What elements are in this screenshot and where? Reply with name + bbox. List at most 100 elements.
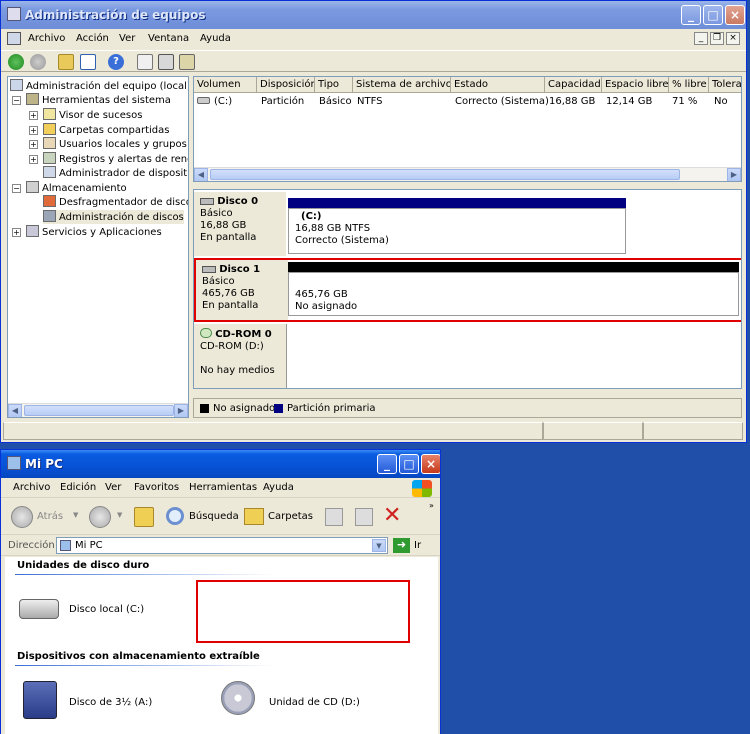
collapse-storage[interactable]: − bbox=[12, 184, 21, 193]
copy-to-icon[interactable] bbox=[355, 508, 373, 526]
scroll-left-icon[interactable]: ◀ bbox=[8, 404, 22, 417]
column-sistema-archivos[interactable]: Sistema de archivos bbox=[353, 77, 451, 93]
search-label[interactable]: Búsqueda bbox=[189, 511, 239, 522]
unallocated-space[interactable]: 465,76 GB No asignado bbox=[288, 272, 739, 316]
mdi-restore-button[interactable]: ❐ bbox=[710, 32, 724, 45]
export-list-icon[interactable] bbox=[179, 54, 195, 70]
column-tolerancia[interactable]: Tolerar bbox=[709, 77, 741, 93]
refresh-icon[interactable] bbox=[137, 54, 153, 70]
table-row[interactable]: (C:) Partición Básico NTFS Correcto (Sis… bbox=[194, 94, 741, 109]
window-title: Administración de equipos bbox=[25, 8, 206, 22]
go-icon[interactable]: ➜ bbox=[393, 538, 410, 553]
search-icon[interactable] bbox=[166, 507, 184, 525]
menu-edicion[interactable]: Edición bbox=[60, 482, 96, 493]
go-label[interactable]: Ir bbox=[414, 540, 421, 551]
minimize-button[interactable]: _ bbox=[377, 454, 397, 474]
menu-archivo[interactable]: Archivo bbox=[13, 482, 50, 493]
disk-1-row[interactable]: Disco 1 Básico 465,76 GB En pantalla 465… bbox=[194, 258, 741, 322]
column-estado[interactable]: Estado bbox=[451, 77, 545, 93]
column-capacidad[interactable]: Capacidad bbox=[545, 77, 602, 93]
mdi-minimize-button[interactable]: _ bbox=[694, 32, 708, 45]
back-arrow-icon[interactable] bbox=[8, 54, 24, 70]
expand-local-users[interactable]: + bbox=[29, 140, 38, 149]
minimize-button[interactable]: _ bbox=[681, 5, 701, 25]
standard-toolbar: Atrás ▼ ▼ Búsqueda Carpetas ✕ » bbox=[1, 499, 440, 535]
toolbar-overflow-icon[interactable]: » bbox=[429, 501, 434, 510]
column-porcentaje-libre[interactable]: % libre bbox=[669, 77, 709, 93]
expand-event-viewer[interactable]: + bbox=[29, 111, 38, 120]
tree-item-shared-folders[interactable]: Carpetas compartidas bbox=[43, 123, 170, 137]
unallocated-bar bbox=[288, 262, 739, 272]
maximize-button[interactable]: □ bbox=[703, 5, 723, 25]
app-menu-icon[interactable] bbox=[7, 32, 21, 45]
close-button[interactable]: × bbox=[725, 5, 745, 25]
column-tipo[interactable]: Tipo bbox=[315, 77, 353, 93]
scroll-thumb[interactable] bbox=[24, 405, 174, 416]
menu-ayuda[interactable]: Ayuda bbox=[263, 482, 294, 493]
tree-item-computer-management[interactable]: Administración del equipo (local) bbox=[10, 79, 188, 93]
tree-item-event-viewer[interactable]: Visor de sucesos bbox=[43, 108, 142, 122]
tree-item-device-manager[interactable]: Administrador de dispositivos bbox=[43, 166, 188, 180]
address-field[interactable]: Mi PC ▼ bbox=[56, 537, 388, 554]
tree-horizontal-scrollbar[interactable]: ◀ ▶ bbox=[8, 403, 188, 417]
tree-item-system-tools[interactable]: Herramientas del sistema bbox=[26, 93, 171, 107]
forward-arrow-icon[interactable] bbox=[89, 506, 111, 528]
computer-management-titlebar[interactable]: Administración de equipos _ □ × bbox=[1, 1, 746, 29]
show-hide-tree-icon[interactable] bbox=[80, 54, 96, 70]
column-espacio-libre[interactable]: Espacio libre bbox=[602, 77, 669, 93]
tree-item-defragmenter[interactable]: Desfragmentador de disco bbox=[43, 195, 188, 209]
move-to-icon[interactable] bbox=[325, 508, 343, 526]
column-volumen[interactable]: Volumen bbox=[194, 77, 257, 93]
tree-item-services-applications[interactable]: Servicios y Aplicaciones bbox=[26, 225, 162, 239]
tree-item-disk-management[interactable]: Administración de discos bbox=[43, 210, 184, 224]
partition-c[interactable]: (C:) 16,88 GB NTFS Correcto (Sistema) bbox=[288, 208, 626, 254]
up-folder-icon[interactable] bbox=[58, 54, 74, 70]
column-disposicion[interactable]: Disposición bbox=[257, 77, 315, 93]
cdrom-0-row[interactable]: CD-ROM 0 CD-ROM (D:) No hay medios bbox=[194, 324, 741, 388]
cd-d-item[interactable]: Unidad de CD (D:) bbox=[219, 679, 399, 721]
menu-ayuda[interactable]: Ayuda bbox=[200, 33, 231, 44]
address-dropdown-icon[interactable]: ▼ bbox=[372, 539, 386, 552]
expand-shared-folders[interactable]: + bbox=[29, 126, 38, 135]
tree-item-storage[interactable]: Almacenamiento bbox=[26, 181, 127, 195]
defrag-icon bbox=[43, 195, 56, 207]
menu-ventana[interactable]: Ventana bbox=[148, 33, 189, 44]
forward-arrow-icon[interactable] bbox=[30, 54, 46, 70]
scroll-right-icon[interactable]: ▶ bbox=[727, 168, 741, 181]
close-button[interactable]: × bbox=[421, 454, 440, 474]
delete-icon[interactable]: ✕ bbox=[383, 503, 401, 528]
folders-icon[interactable] bbox=[244, 508, 264, 525]
menu-accion[interactable]: Acción bbox=[76, 33, 109, 44]
menu-herramientas[interactable]: Herramientas bbox=[189, 482, 257, 493]
collapse-system-tools[interactable]: − bbox=[12, 96, 21, 105]
menu-ver[interactable]: Ver bbox=[105, 482, 121, 493]
disk-0-label: Disco 0 Básico 16,88 GB En pantalla bbox=[194, 192, 286, 256]
disk-0-row[interactable]: Disco 0 Básico 16,88 GB En pantalla (C:)… bbox=[194, 192, 741, 256]
drive-c-item[interactable]: Disco local (C:) bbox=[19, 593, 179, 629]
properties-icon[interactable] bbox=[158, 54, 174, 70]
my-computer-titlebar[interactable]: Mi PC _ □ × bbox=[1, 450, 440, 478]
back-arrow-icon[interactable] bbox=[11, 506, 33, 528]
list-horizontal-scrollbar[interactable]: ◀ ▶ bbox=[194, 167, 741, 181]
my-computer-icon bbox=[7, 456, 21, 470]
menu-bar: Archivo Acción Ver Ventana Ayuda _ ❐ × bbox=[1, 29, 746, 49]
floppy-a-item[interactable]: Disco de 3½ (A:) bbox=[19, 679, 189, 721]
tree-item-local-users[interactable]: Usuarios locales y grupos bbox=[43, 137, 187, 151]
scroll-thumb[interactable] bbox=[210, 169, 680, 180]
menu-archivo[interactable]: Archivo bbox=[28, 33, 65, 44]
scroll-right-icon[interactable]: ▶ bbox=[174, 404, 188, 417]
back-dropdown-icon[interactable]: ▼ bbox=[73, 511, 78, 519]
menu-favoritos[interactable]: Favoritos bbox=[134, 482, 179, 493]
help-icon[interactable]: ? bbox=[108, 54, 124, 70]
maximize-button[interactable]: □ bbox=[399, 454, 419, 474]
tree-item-performance-logs[interactable]: Registros y alertas de rendim bbox=[43, 152, 188, 166]
scroll-left-icon[interactable]: ◀ bbox=[194, 168, 208, 181]
up-folder-icon[interactable] bbox=[134, 507, 154, 527]
expand-performance-logs[interactable]: + bbox=[29, 155, 38, 164]
expand-services[interactable]: + bbox=[12, 228, 21, 237]
mdi-close-button[interactable]: × bbox=[726, 32, 740, 45]
folders-label[interactable]: Carpetas bbox=[268, 511, 313, 522]
back-label[interactable]: Atrás bbox=[37, 511, 63, 522]
forward-dropdown-icon[interactable]: ▼ bbox=[117, 511, 122, 519]
menu-ver[interactable]: Ver bbox=[119, 33, 135, 44]
